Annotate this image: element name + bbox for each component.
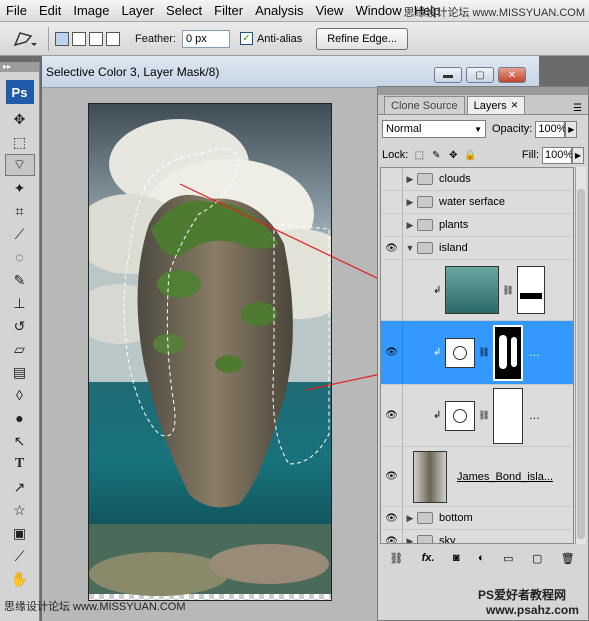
layer-sky[interactable]: 👁 ▶ sky <box>381 530 573 544</box>
expand-icon[interactable]: ▶ <box>403 513 417 524</box>
clip-arrow-icon: ↲ <box>433 284 442 296</box>
blend-mode-select[interactable]: Normal ▼ <box>382 120 486 138</box>
eye-icon[interactable]: 👁 <box>381 507 403 529</box>
eye-icon[interactable]: 👁 <box>381 385 403 446</box>
layer-photo-adjustment[interactable]: ↲ ⛓ <box>381 260 573 321</box>
layer-selective-color-3[interactable]: 👁 ↲ ⛓ … <box>381 321 573 385</box>
layer-thumbnail[interactable] <box>413 450 447 503</box>
lock-image-icon[interactable]: ✎ <box>430 149 442 161</box>
layers-list: ▶ clouds ▶ water serface ▶ plants 👁 ▼ is… <box>380 167 574 544</box>
panel-grip[interactable] <box>378 87 588 95</box>
mask-thumbnail[interactable] <box>492 387 523 444</box>
fill-input[interactable]: 100% <box>542 146 573 164</box>
panel-menu-icon[interactable]: ☰ <box>573 103 582 114</box>
watermark-bottom-right-url: www.psahz.com <box>486 603 579 617</box>
layer-name: water serface <box>439 196 506 208</box>
blend-row: Normal ▼ Opacity: 100% ▶ <box>382 119 584 139</box>
tab-layers[interactable]: Layers ✕ <box>466 96 526 114</box>
clip-arrow-icon: ↲ <box>433 347 442 358</box>
eye-icon[interactable]: 👁 <box>381 447 403 506</box>
eye-icon[interactable]: 👁 <box>381 530 403 543</box>
link-icon: ⛓ <box>478 347 490 357</box>
visibility-toggle[interactable] <box>381 168 403 190</box>
opacity-slider-button[interactable]: ▶ <box>565 120 578 138</box>
layer-clouds[interactable]: ▶ clouds <box>381 168 573 191</box>
more-icon: … <box>528 409 540 422</box>
layer-bottom[interactable]: 👁 ▶ bottom <box>381 507 573 530</box>
panel-tabs: Clone Source Layers ✕ ☰ <box>378 95 588 115</box>
lock-row: Lock: ⬚ ✎ ✥ 🔒 Fill: 100% ▶ <box>382 145 584 165</box>
visibility-toggle[interactable] <box>381 260 403 320</box>
folder-icon <box>417 242 433 254</box>
close-tab-icon[interactable]: ✕ <box>511 100 519 111</box>
watermark-bottom-right-title: PS爱好者教程网 <box>478 588 567 602</box>
mask-thumbnail[interactable] <box>516 266 545 314</box>
opacity-input[interactable]: 100% <box>535 120 567 138</box>
folder-icon <box>417 535 433 543</box>
folder-icon <box>417 173 433 185</box>
layer-selective-color[interactable]: 👁 ↲ ⛓ … <box>381 385 573 447</box>
folder-icon <box>417 512 433 524</box>
tab-clone-source[interactable]: Clone Source <box>384 96 465 114</box>
collapse-icon[interactable]: ▼ <box>403 243 417 253</box>
lock-position-icon[interactable]: ✥ <box>447 149 459 161</box>
panel-bottom-bar: ⛓ fx. ◙ ◐ ▭ ▢ 🗑 <box>380 547 584 569</box>
lock-label: Lock: <box>382 149 409 161</box>
fx-icon[interactable]: fx. <box>422 552 435 564</box>
eye-icon[interactable]: 👁 <box>381 321 403 384</box>
expand-icon[interactable]: ▶ <box>403 536 417 544</box>
layer-name: clouds <box>439 173 471 185</box>
layer-name: bottom <box>439 512 473 524</box>
adjustment-layer-icon[interactable]: ◐ <box>478 552 485 564</box>
scroll-thumb[interactable] <box>577 189 585 539</box>
layer-name: sky <box>439 535 456 544</box>
chevron-down-icon: ▼ <box>474 124 482 134</box>
mask-thumbnail[interactable] <box>492 324 523 381</box>
folder-icon <box>417 196 433 208</box>
add-mask-icon[interactable]: ◙ <box>453 552 460 564</box>
more-icon: … <box>528 346 540 359</box>
layer-name: plants <box>439 219 469 231</box>
visibility-toggle[interactable] <box>381 191 403 213</box>
new-layer-icon[interactable]: ▢ <box>532 552 542 565</box>
layer-name: James_Bond_isla... <box>457 470 553 483</box>
link-layers-icon[interactable]: ⛓ <box>389 552 403 565</box>
layer-plants[interactable]: ▶ plants <box>381 214 573 237</box>
visibility-toggle[interactable] <box>381 214 403 236</box>
link-icon: ⛓ <box>478 410 490 420</box>
new-group-icon[interactable]: ▭ <box>503 552 513 565</box>
expand-icon[interactable]: ▶ <box>403 220 417 231</box>
opacity-label: Opacity: <box>492 123 533 135</box>
clip-arrow-icon: ↲ <box>433 410 442 421</box>
adjustment-icon[interactable] <box>445 337 476 368</box>
fill-label: Fill: <box>521 149 539 161</box>
expand-icon[interactable]: ▶ <box>403 197 417 208</box>
blend-mode-value: Normal <box>386 123 422 135</box>
lock-transparent-icon[interactable]: ⬚ <box>413 149 425 161</box>
layer-name: island <box>439 242 468 254</box>
watermark-bottom-left: 思缘设计论坛 www.MISSYUAN.COM <box>4 601 186 613</box>
fill-slider-button[interactable]: ▶ <box>572 146 584 164</box>
expand-icon[interactable]: ▶ <box>403 174 417 185</box>
lock-all-icon[interactable]: 🔒 <box>464 149 476 161</box>
tab-layers-label: Layers <box>473 99 507 112</box>
trash-icon[interactable]: 🗑 <box>561 552 575 565</box>
layers-scrollbar[interactable] <box>575 167 586 544</box>
layers-panel: Clone Source Layers ✕ ☰ Normal ▼ Opacity… <box>377 86 589 621</box>
layer-thumbnail[interactable] <box>445 266 500 314</box>
layer-james-bond-island[interactable]: 👁 James_Bond_isla... <box>381 447 573 507</box>
layer-water-serface[interactable]: ▶ water serface <box>381 191 573 214</box>
adjustment-icon[interactable] <box>445 400 476 431</box>
eye-icon[interactable]: 👁 <box>381 237 403 259</box>
layer-island[interactable]: 👁 ▼ island <box>381 237 573 260</box>
folder-icon <box>417 219 433 231</box>
link-icon: ⛓ <box>502 284 514 295</box>
